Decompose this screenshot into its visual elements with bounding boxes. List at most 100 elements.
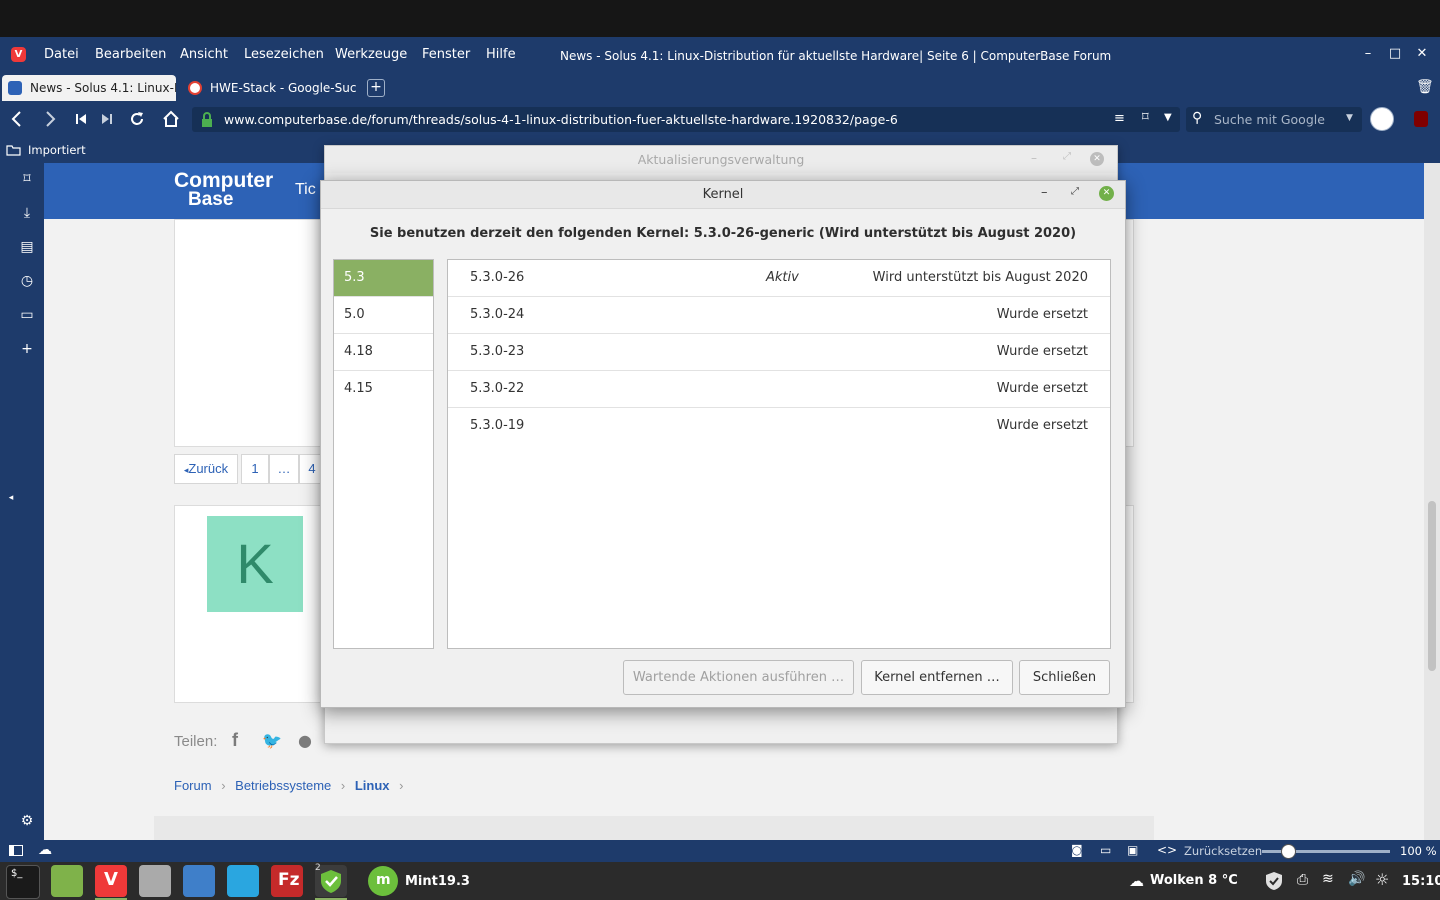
- file-manager-icon[interactable]: [51, 865, 83, 897]
- close-dialog-button[interactable]: Schließen: [1019, 660, 1110, 695]
- zoom-slider[interactable]: [1262, 844, 1390, 859]
- kernel-series-item[interactable]: 4.18: [334, 334, 433, 371]
- page-actions-icon[interactable]: <>: [1157, 843, 1177, 857]
- settings-app-icon[interactable]: [139, 865, 171, 897]
- terminal-icon[interactable]: $_: [6, 865, 40, 899]
- menu-lesezeichen[interactable]: Lesezeichen: [244, 47, 324, 62]
- menu-fenster[interactable]: Fenster: [422, 47, 470, 62]
- remove-kernel-button[interactable]: Kernel entfernen …: [861, 660, 1013, 695]
- menu-hilfe[interactable]: Hilfe: [486, 47, 516, 62]
- minimize-icon[interactable]: –: [1031, 151, 1037, 165]
- trash-icon[interactable]: 🗑: [1416, 79, 1434, 97]
- page-scrollbar[interactable]: [1424, 163, 1440, 840]
- printer-icon[interactable]: ⎙: [1297, 872, 1308, 888]
- scrollbar-thumb[interactable]: [1428, 501, 1436, 671]
- bookmarks-panel-icon[interactable]: ⌑: [18, 171, 36, 189]
- kernel-status: Wurde ersetzt: [996, 307, 1088, 322]
- kernel-series-label: 4.15: [344, 381, 373, 396]
- maximize-icon[interactable]: ⤢: [1071, 186, 1079, 197]
- menu-werkzeuge[interactable]: Werkzeuge: [335, 47, 407, 62]
- maximize-icon[interactable]: ⤢: [1063, 151, 1071, 162]
- tile-icon[interactable]: ▭: [1100, 843, 1111, 857]
- kernel-series-item[interactable]: 5.0: [334, 297, 433, 334]
- weather-label[interactable]: Wolken 8 °C: [1150, 873, 1238, 888]
- kernel-series-item[interactable]: 4.15: [334, 371, 433, 407]
- zoom-slider-knob[interactable]: [1281, 844, 1296, 859]
- back-icon[interactable]: [7, 109, 27, 129]
- search-field[interactable]: ⚲ Suche mit Google ▼: [1186, 107, 1362, 132]
- menu-bearbeiten[interactable]: Bearbeiten: [95, 47, 166, 62]
- screenshot-app-icon[interactable]: [183, 865, 215, 897]
- bookmark-folder[interactable]: Importiert: [28, 143, 86, 157]
- kernel-row[interactable]: 5.3.0-19 Wurde ersetzt: [448, 408, 1110, 444]
- profile-avatar-icon[interactable]: [1370, 107, 1394, 131]
- maximize-icon[interactable]: □: [1386, 45, 1404, 63]
- zoom-reset-label[interactable]: Zurücksetzen: [1184, 844, 1262, 858]
- minimize-icon[interactable]: –: [1359, 45, 1377, 63]
- kernel-row[interactable]: 5.3.0-26 Aktiv Wird unterstützt bis Augu…: [448, 260, 1110, 297]
- kernel-series-item[interactable]: 5.3: [334, 260, 433, 297]
- menu-ansicht[interactable]: Ansicht: [180, 47, 228, 62]
- new-tab-button[interactable]: +: [367, 79, 385, 97]
- address-toolbar: www.computerbase.de/forum/threads/solus-…: [0, 103, 1440, 136]
- tab-google[interactable]: HWE-Stack - Google-Suche: [182, 75, 356, 101]
- minimize-icon[interactable]: –: [1041, 185, 1048, 200]
- menu-datei[interactable]: Datei: [44, 47, 79, 62]
- kernel-row[interactable]: 5.3.0-23 Wurde ersetzt: [448, 334, 1110, 371]
- fast-forward-icon[interactable]: [97, 109, 117, 129]
- window-panel-icon[interactable]: ▭: [18, 307, 36, 325]
- breadcrumb-betriebssysteme[interactable]: Betriebssysteme: [235, 778, 331, 793]
- close-icon[interactable]: ✕: [1090, 152, 1104, 166]
- volume-icon[interactable]: 🔊: [1348, 871, 1365, 887]
- image-icon[interactable]: ▣: [1127, 843, 1138, 857]
- home-icon[interactable]: [161, 109, 181, 129]
- add-panel-icon[interactable]: +: [18, 341, 36, 359]
- panel-toggle-icon[interactable]: ◂: [2, 493, 20, 511]
- header-nav-fragment[interactable]: Tic: [295, 181, 316, 199]
- brightness-icon[interactable]: ☼: [1375, 870, 1389, 889]
- facebook-icon[interactable]: f: [232, 730, 238, 751]
- update-shield-icon[interactable]: [1265, 871, 1283, 891]
- filezilla-icon[interactable]: Fz: [271, 865, 303, 897]
- aperture-app-icon[interactable]: [227, 865, 259, 897]
- close-icon[interactable]: ✕: [1099, 186, 1114, 201]
- history-panel-icon[interactable]: ◷: [18, 273, 36, 291]
- reader-view-icon[interactable]: ≡: [1114, 111, 1125, 126]
- settings-gear-icon[interactable]: ⚙: [18, 813, 36, 831]
- forward-icon[interactable]: [40, 109, 60, 129]
- downloads-panel-icon[interactable]: ⤓: [18, 205, 36, 223]
- mint-logo-icon[interactable]: m: [368, 866, 398, 896]
- cloud-sync-icon[interactable]: ☁: [38, 842, 52, 858]
- breadcrumb-forum[interactable]: Forum: [174, 778, 212, 793]
- rewind-icon[interactable]: [71, 109, 91, 129]
- pagination-ellipsis[interactable]: …: [269, 454, 299, 484]
- pagination-back-button[interactable]: ◂Zurück: [174, 454, 238, 484]
- breadcrumb-linux[interactable]: Linux: [355, 778, 390, 793]
- kernel-row[interactable]: 5.3.0-22 Wurde ersetzt: [448, 371, 1110, 408]
- lock-icon: [202, 112, 212, 127]
- pagination-page-1[interactable]: 1: [241, 454, 269, 484]
- run-pending-actions-button[interactable]: Wartende Aktionen ausführen …: [623, 660, 854, 695]
- url-field[interactable]: www.computerbase.de/forum/threads/solus-…: [192, 107, 1180, 132]
- notes-panel-icon[interactable]: ▤: [18, 239, 36, 257]
- site-logo[interactable]: Computer Base: [174, 170, 273, 209]
- reddit-icon[interactable]: ●: [298, 731, 312, 750]
- bookmark-icon[interactable]: ⌑: [1142, 110, 1149, 125]
- reload-icon[interactable]: [127, 109, 147, 129]
- close-icon[interactable]: ✕: [1413, 45, 1431, 63]
- chevron-down-icon[interactable]: ▼: [1346, 113, 1353, 123]
- vivaldi-icon[interactable]: V: [95, 865, 127, 897]
- kernel-table: 5.3.0-26 Aktiv Wird unterstützt bis Augu…: [447, 259, 1111, 649]
- vivaldi-menu-icon[interactable]: V: [11, 47, 26, 62]
- camera-icon[interactable]: ◙: [1071, 843, 1083, 857]
- chevron-down-icon[interactable]: ▼: [1164, 112, 1172, 123]
- active-window-label[interactable]: Mint19.3: [405, 874, 470, 889]
- wifi-icon[interactable]: ≋: [1322, 871, 1334, 887]
- update-manager-app-icon[interactable]: 2: [315, 863, 347, 897]
- tab-computerbase[interactable]: News - Solus 4.1: Linux-Distribution für…: [2, 75, 176, 101]
- ublock-icon[interactable]: [1414, 111, 1428, 127]
- clock[interactable]: 15:10: [1402, 874, 1440, 889]
- kernel-row[interactable]: 5.3.0-24 Wurde ersetzt: [448, 297, 1110, 334]
- panel-toggle-icon[interactable]: [9, 845, 23, 856]
- twitter-icon[interactable]: 🐦: [262, 731, 282, 750]
